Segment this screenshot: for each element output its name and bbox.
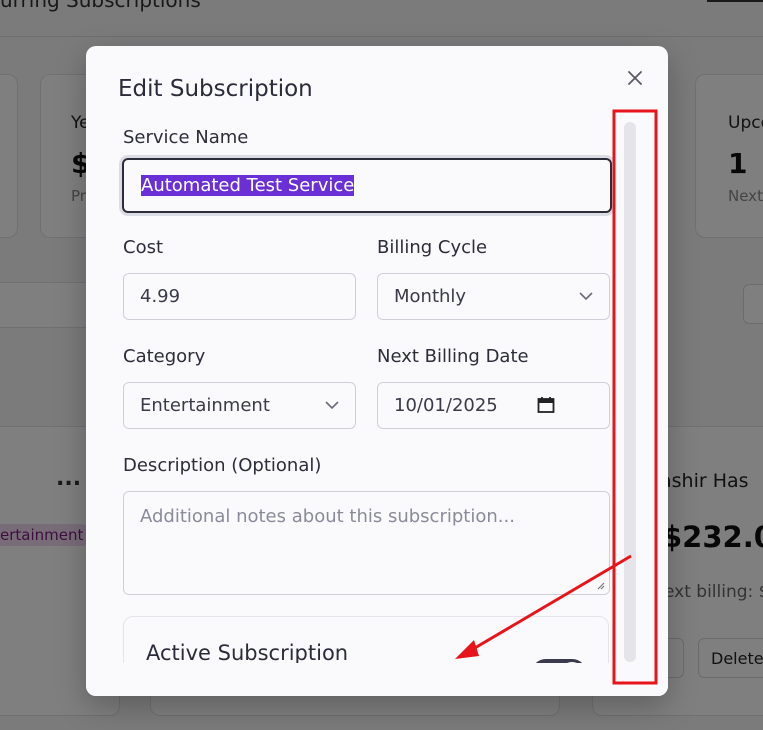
- description-placeholder: Additional notes about this subscription…: [140, 506, 515, 527]
- close-button[interactable]: [623, 66, 647, 90]
- modal-bottom-padding: [86, 663, 668, 696]
- service-name-value: Automated Test Service: [141, 175, 355, 196]
- billing-cycle-value: Monthly: [394, 286, 467, 307]
- calendar-icon[interactable]: [537, 396, 555, 414]
- active-subscription-label: Active Subscription: [146, 641, 349, 665]
- service-name-label: Service Name: [123, 127, 249, 148]
- category-select[interactable]: Entertainment: [123, 382, 356, 429]
- cost-label: Cost: [123, 237, 164, 258]
- next-billing-date-label: Next Billing Date: [377, 346, 529, 367]
- service-name-input[interactable]: Automated Test Service: [122, 158, 612, 213]
- category-label: Category: [123, 346, 206, 367]
- description-textarea[interactable]: Additional notes about this subscription…: [123, 491, 610, 595]
- next-billing-date-value: 10/01/2025: [394, 395, 498, 416]
- billing-cycle-select[interactable]: Monthly: [377, 273, 610, 320]
- billing-cycle-label: Billing Cycle: [377, 237, 488, 258]
- edit-subscription-modal: Edit Subscription Service Name Automated…: [86, 46, 668, 696]
- close-icon: [628, 71, 642, 85]
- chevron-down-icon: [579, 291, 593, 300]
- next-billing-date-input[interactable]: 10/01/2025: [377, 382, 610, 429]
- cost-value: 4.99: [140, 286, 181, 307]
- category-value: Entertainment: [140, 395, 270, 416]
- description-label: Description (Optional): [123, 455, 322, 476]
- chevron-down-icon: [325, 400, 339, 409]
- modal-title: Edit Subscription: [118, 76, 313, 102]
- modal-scrollbar[interactable]: [624, 122, 636, 662]
- resize-grip-icon[interactable]: [595, 580, 605, 590]
- cost-input[interactable]: 4.99: [123, 273, 356, 320]
